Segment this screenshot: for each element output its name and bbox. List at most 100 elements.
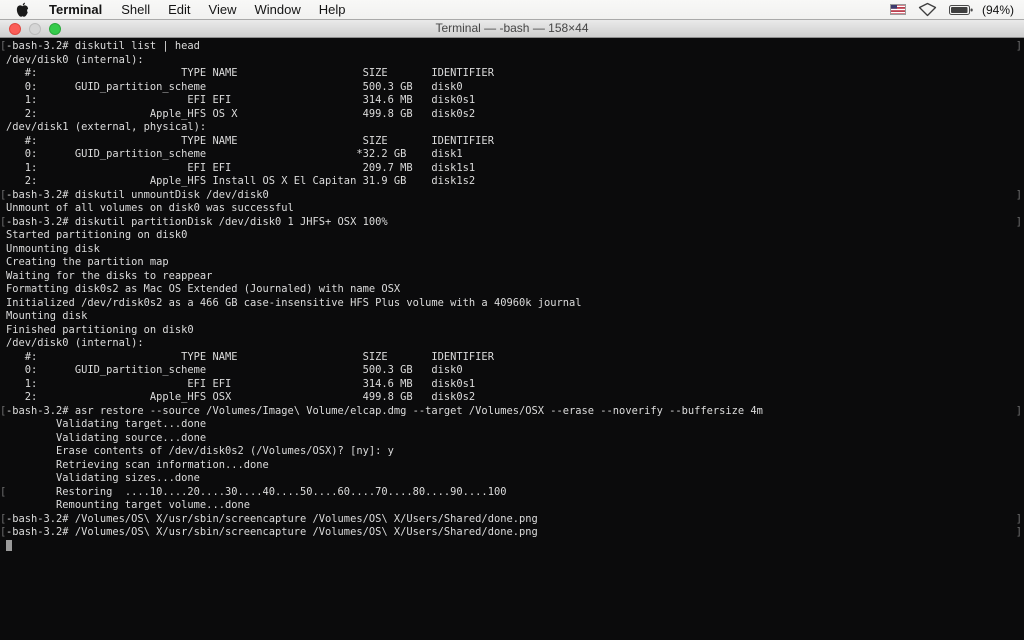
terminal-text: 2: Apple_HFS OSX 499.8 GB disk0s2 [6,391,476,403]
terminal-line: #: TYPE NAME SIZE IDENTIFIER [0,135,1024,149]
terminal-text: 0: GUID_partition_scheme 500.3 GB disk0 [6,80,463,93]
menu-window[interactable]: Window [246,0,310,19]
terminal-screen[interactable]: [-bash-3.2# diskutil list | head]/dev/di… [0,38,1024,640]
terminal-line: [-bash-3.2# /Volumes/OS\ X/usr/sbin/scre… [0,526,1024,540]
terminal-line: Mounting disk [0,310,1024,324]
prompt-mark-right: ] [1015,512,1022,525]
prompt-mark-right: ] [1015,40,1022,52]
terminal-text: 2: Apple_HFS Install OS X El Capitan 31.… [6,175,476,187]
prompt-mark-right: ] [1015,526,1022,538]
terminal-text: /dev/disk0 (internal): [6,337,144,349]
terminal-line: [-bash-3.2# diskutil list | head] [0,40,1024,54]
battery-icon[interactable] [943,0,980,19]
terminal-line: Unmounting disk [0,243,1024,257]
traffic-lights [9,23,61,35]
terminal-text: #: TYPE NAME SIZE IDENTIFIER [6,350,494,363]
terminal-line: Formatting disk0s2 as Mac OS Extended (J… [0,283,1024,297]
terminal-line: Validating source...done [0,432,1024,446]
terminal-line: [ Restoring ....10....20....30....40....… [0,486,1024,500]
terminal-line: 2: Apple_HFS OS X 499.8 GB disk0s2 [0,108,1024,122]
terminal-text: Initialized /dev/rdisk0s2 as a 466 GB ca… [6,296,582,309]
prompt-mark-right: ] [1015,188,1022,201]
zoom-button[interactable] [49,23,61,35]
prompt-mark-left: [ [0,526,7,538]
menu-help[interactable]: Help [310,0,355,19]
terminal-line: Unmount of all volumes on disk0 was succ… [0,202,1024,216]
minimize-button[interactable] [29,23,41,35]
terminal-line: #: TYPE NAME SIZE IDENTIFIER [0,351,1024,365]
terminal-cursor [6,539,12,551]
menu-shell[interactable]: Shell [112,0,159,19]
terminal-line: 0: GUID_partition_scheme *32.2 GB disk1 [0,148,1024,162]
terminal-line: Waiting for the disks to reappear [0,270,1024,284]
menu-terminal[interactable]: Terminal [39,0,112,19]
terminal-line: Validating sizes...done [0,472,1024,486]
terminal-text: Started partitioning on disk0 [6,229,188,241]
prompt-mark-left: [ [0,40,7,52]
prompt-mark-right: ] [1015,404,1022,417]
terminal-line: Creating the partition map [0,256,1024,270]
terminal-text: /dev/disk1 (external, physical): [6,121,207,133]
terminal-line [0,539,1024,554]
terminal-text: Mounting disk [6,310,88,322]
close-button[interactable] [9,23,21,35]
battery-percentage[interactable]: (94%) [980,3,1024,17]
terminal-line: /dev/disk0 (internal): [0,54,1024,68]
terminal-text: Formatting disk0s2 as Mac OS Extended (J… [6,283,401,295]
prompt-mark-left: [ [0,485,7,498]
terminal-line: Remounting target volume...done [0,499,1024,513]
apple-logo-icon [16,2,29,17]
terminal-line: /dev/disk1 (external, physical): [0,121,1024,135]
terminal-text: Unmount of all volumes on disk0 was succ… [6,202,294,214]
terminal-text: Retrieving scan information...done [6,458,269,471]
terminal-line: 0: GUID_partition_scheme 500.3 GB disk0 [0,364,1024,378]
terminal-text: -bash-3.2# diskutil partitionDisk /dev/d… [6,215,388,228]
prompt-mark-left: [ [0,404,7,417]
terminal-line: Erase contents of /dev/disk0s2 (/Volumes… [0,445,1024,459]
input-source-us-flag-icon[interactable] [884,0,912,19]
terminal-line: /dev/disk0 (internal): [0,337,1024,351]
terminal-text: Creating the partition map [6,256,169,268]
menu-items: Terminal Shell Edit View Window Help [39,0,355,19]
terminal-line: [-bash-3.2# diskutil unmountDisk /dev/di… [0,189,1024,203]
terminal-text: -bash-3.2# asr restore --source /Volumes… [6,404,763,417]
terminal-line: 0: GUID_partition_scheme 500.3 GB disk0 [0,81,1024,95]
terminal-text: Erase contents of /dev/disk0s2 (/Volumes… [6,445,394,457]
terminal-text: /dev/disk0 (internal): [6,53,144,66]
terminal-text: -bash-3.2# /Volumes/OS\ X/usr/sbin/scree… [6,512,538,525]
window-title: Terminal — -bash — 158×44 [435,21,589,35]
terminal-text: 1: EFI EFI 209.7 MB disk1s1 [6,161,476,174]
terminal-text: 1: EFI EFI 314.6 MB disk0s1 [6,94,476,106]
menubar-status-area: (94%) [884,0,1024,19]
terminal-line: 1: EFI EFI 314.6 MB disk0s1 [0,378,1024,392]
terminal-line: Started partitioning on disk0 [0,229,1024,243]
terminal-line: 1: EFI EFI 209.7 MB disk1s1 [0,162,1024,176]
terminal-text: -bash-3.2# /Volumes/OS\ X/usr/sbin/scree… [6,526,538,538]
terminal-line: Validating target...done [0,418,1024,432]
terminal-text: Waiting for the disks to reappear [6,269,213,282]
terminal-line: [-bash-3.2# asr restore --source /Volume… [0,405,1024,419]
terminal-text: Unmounting disk [6,242,100,255]
menu-view[interactable]: View [200,0,246,19]
terminal-text: Validating target...done [6,418,207,430]
terminal-line: Retrieving scan information...done [0,459,1024,473]
terminal-text: #: TYPE NAME SIZE IDENTIFIER [6,134,494,147]
terminal-line: [-bash-3.2# /Volumes/OS\ X/usr/sbin/scre… [0,513,1024,527]
menu-edit[interactable]: Edit [159,0,199,19]
prompt-mark-right: ] [1015,215,1022,228]
prompt-mark-left: [ [0,188,7,201]
apple-menu[interactable] [0,0,39,19]
prompt-mark-left: [ [0,512,7,525]
wifi-diamond-icon[interactable] [912,0,943,19]
terminal-line: [-bash-3.2# diskutil partitionDisk /dev/… [0,216,1024,230]
terminal-text: 1: EFI EFI 314.6 MB disk0s1 [6,377,476,390]
terminal-text: Validating sizes...done [6,472,200,484]
terminal-line: Finished partitioning on disk0 [0,324,1024,338]
terminal-text: Restoring ....10....20....30....40....50… [6,485,507,498]
terminal-line: #: TYPE NAME SIZE IDENTIFIER [0,67,1024,81]
terminal-text: 0: GUID_partition_scheme *32.2 GB disk1 [6,148,463,160]
terminal-text: 2: Apple_HFS OS X 499.8 GB disk0s2 [6,107,476,120]
terminal-line: 2: Apple_HFS OSX 499.8 GB disk0s2 [0,391,1024,405]
window-titlebar: Terminal — -bash — 158×44 [0,20,1024,38]
terminal-line: 1: EFI EFI 314.6 MB disk0s1 [0,94,1024,108]
